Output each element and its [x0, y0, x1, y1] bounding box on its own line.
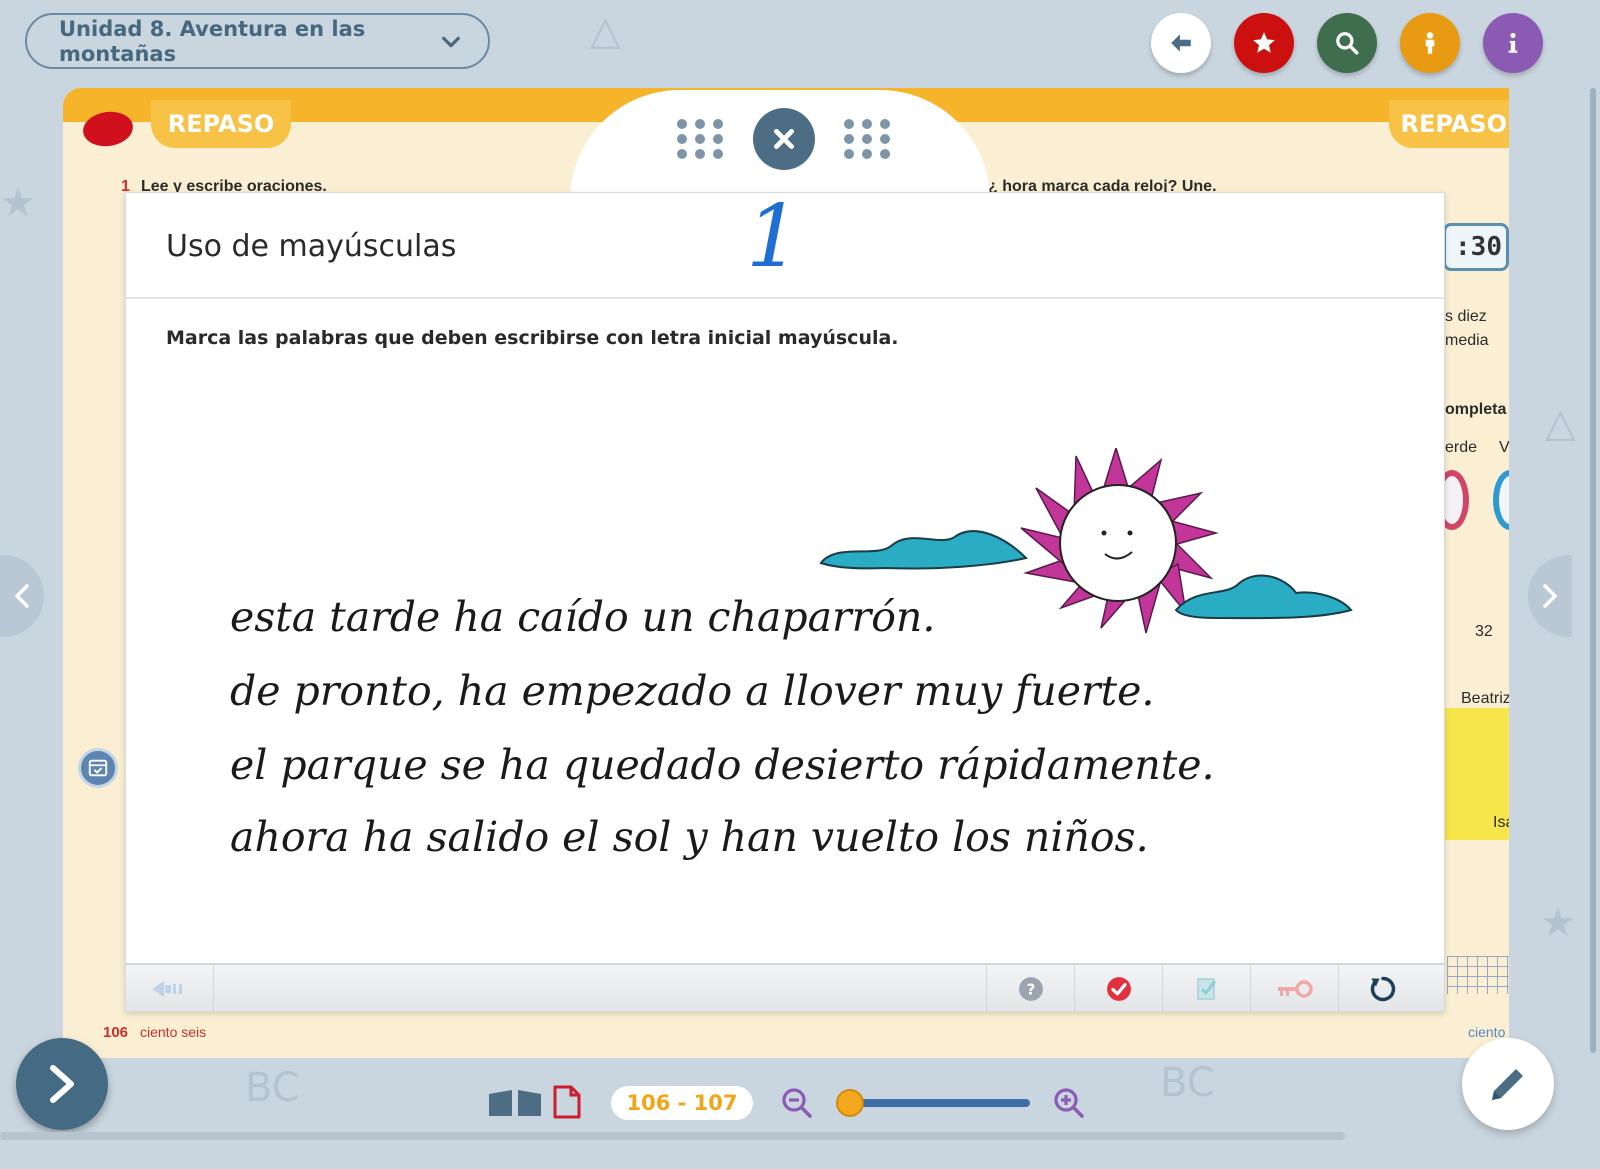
background-pattern: ★ — [1540, 900, 1576, 946]
clock-display: :30 — [1443, 223, 1509, 271]
arrow-left-bars-icon — [151, 981, 182, 997]
previous-page-arrow[interactable] — [0, 555, 44, 637]
unit-selector[interactable]: Unidad 8. Aventura en las montañas — [25, 13, 490, 69]
fragment-text: 32 — [1475, 623, 1493, 640]
svg-text:?: ? — [1026, 980, 1035, 998]
star-icon — [1253, 32, 1275, 53]
search-button[interactable] — [1317, 13, 1377, 73]
fragment-text: Beatriz — [1461, 690, 1509, 707]
modal-title: Uso de mayúsculas — [166, 229, 457, 264]
calendar-check-icon — [88, 759, 108, 777]
section-label-left: REPASO — [151, 100, 291, 148]
chevron-left-icon — [15, 584, 29, 608]
fragment-text: media — [1445, 332, 1489, 349]
chevron-right-icon — [1543, 584, 1557, 608]
double-page-view-button[interactable] — [487, 1088, 543, 1118]
page-range-indicator[interactable]: 106 - 107 — [611, 1086, 753, 1120]
next-page-arrow[interactable] — [1528, 555, 1572, 637]
close-icon — [773, 128, 795, 150]
sentence[interactable]: ahora ha salido el sol y han vuelto los … — [230, 813, 1149, 861]
fragment-text: V — [1499, 439, 1509, 456]
page-words-left: ciento seis — [140, 1024, 207, 1040]
zoom-in-button[interactable] — [1053, 1087, 1085, 1119]
checklist-icon — [1196, 978, 1216, 1000]
info-button[interactable] — [1483, 13, 1543, 73]
sentence[interactable]: esta tarde ha caído un chaparrón. — [230, 593, 935, 641]
fragment-text: s diez — [1445, 308, 1487, 325]
favorites-button[interactable] — [1234, 13, 1294, 73]
fragment-text: ompleta — [1445, 401, 1507, 418]
zoom-in-icon — [1054, 1088, 1084, 1118]
fragment-text: erde — [1445, 439, 1478, 456]
grid-pattern — [1447, 956, 1509, 994]
close-modal-button[interactable] — [753, 108, 815, 170]
section-label-right: REPASO — [1389, 100, 1509, 148]
student-button[interactable] — [1400, 13, 1460, 73]
unit-title: Unidad 8. Aventura en las montañas — [59, 17, 366, 66]
pencil-icon — [1492, 1069, 1523, 1100]
refresh-icon — [1370, 976, 1395, 1002]
modal-footer: ? — [126, 963, 1444, 1013]
page-number-left: 106 — [103, 1024, 129, 1041]
help-button[interactable]: ? — [986, 965, 1074, 1013]
background-pattern: BC — [1160, 1060, 1215, 1106]
grid-dots-icon — [677, 119, 723, 159]
search-icon — [1336, 32, 1359, 55]
instruction-text: Marca las palabras que deben escribirse … — [166, 327, 899, 349]
single-page-view-button[interactable] — [552, 1085, 582, 1119]
arrow-left-icon — [1171, 34, 1191, 52]
zoom-slider-track[interactable] — [850, 1099, 1030, 1107]
person-icon — [1425, 32, 1435, 54]
reset-button[interactable] — [1338, 965, 1426, 1013]
check-button[interactable] — [1074, 965, 1162, 1013]
zoom-out-icon — [782, 1088, 812, 1118]
horizontal-scrollbar[interactable] — [0, 1132, 1345, 1140]
chevron-right-icon — [50, 1065, 74, 1103]
sentence[interactable]: de pronto, ha empezado a llover muy fuer… — [230, 667, 1154, 715]
background-pattern: △ — [1545, 400, 1576, 446]
previous-step-button[interactable] — [126, 965, 214, 1013]
open-book-icon — [489, 1090, 541, 1116]
next-button[interactable] — [16, 1038, 108, 1130]
info-icon — [1508, 32, 1518, 53]
sentence[interactable]: el parque se ha quedado desierto rápidam… — [230, 741, 1215, 789]
key-icon — [1277, 980, 1313, 998]
zoom-slider-handle[interactable] — [836, 1089, 864, 1117]
question-icon: ? — [1018, 977, 1043, 1001]
clock-time: :30 — [1455, 232, 1502, 262]
background-pattern: △ — [590, 8, 621, 54]
vertical-scrollbar[interactable] — [1590, 88, 1596, 1053]
grid-dots-icon — [844, 119, 890, 159]
page-icon — [553, 1085, 581, 1119]
fragment-text: Isa — [1493, 814, 1509, 831]
clock-face-icon — [1493, 470, 1509, 530]
show-answers-button[interactable] — [1162, 965, 1250, 1013]
back-button[interactable] — [1151, 13, 1211, 73]
activity-modal: Uso de mayúsculas 1 Marca las palabras q… — [125, 187, 1445, 1013]
annotate-button[interactable] — [1462, 1038, 1554, 1130]
background-pattern: ★ — [0, 180, 36, 226]
handwritten-mark: 1 — [746, 187, 801, 287]
chevron-down-icon — [442, 36, 460, 48]
activity-toggle-button[interactable] — [78, 748, 118, 788]
background-pattern: BC — [245, 1065, 300, 1111]
key-button[interactable] — [1250, 965, 1338, 1013]
check-icon — [1106, 977, 1131, 1001]
zoom-out-button[interactable] — [781, 1087, 813, 1119]
